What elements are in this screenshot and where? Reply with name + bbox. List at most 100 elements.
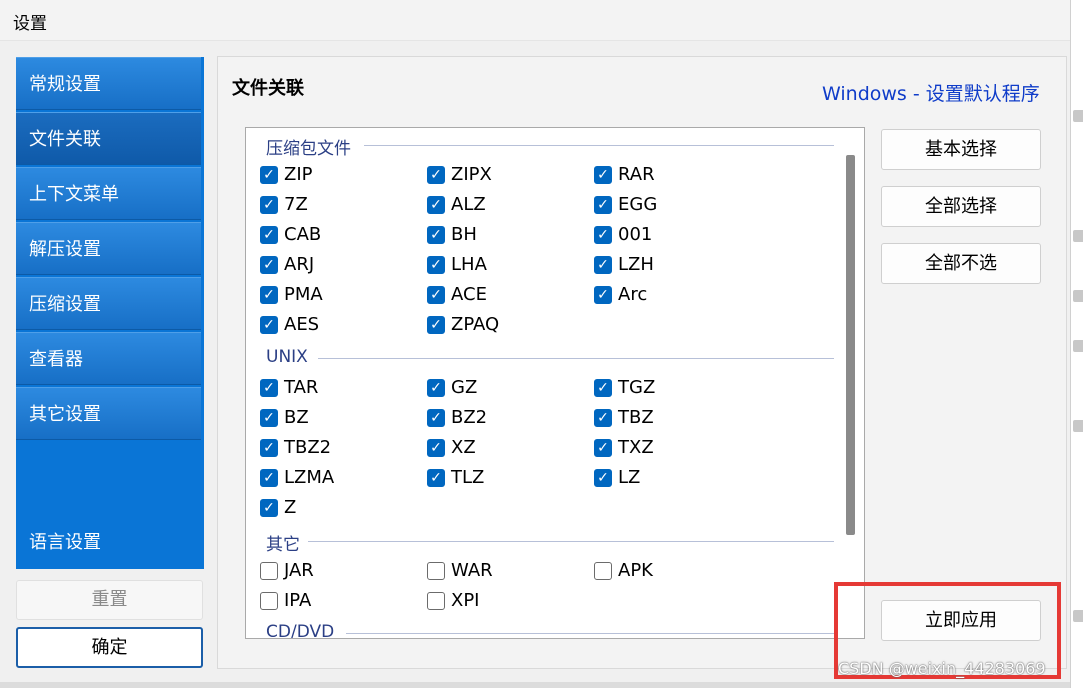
- title-bar: 设置: [0, 0, 1070, 41]
- check-icon: ✓: [427, 378, 445, 397]
- group-label-archive: 压缩包文件: [266, 139, 351, 159]
- checkbox-egg[interactable]: ✓ EGG: [594, 194, 657, 215]
- check-icon: ✓: [427, 468, 445, 487]
- background-window-edge: [1070, 0, 1083, 688]
- group-divider: [308, 541, 834, 542]
- check-icon: ✓: [260, 438, 278, 457]
- check-icon: ✓: [427, 408, 445, 427]
- check-icon: ✓: [594, 408, 612, 427]
- checkbox-pma[interactable]: ✓ PMA: [260, 284, 323, 305]
- check-icon: ✓: [427, 165, 445, 184]
- checkbox-lha[interactable]: ✓ LHA: [427, 254, 487, 275]
- check-icon: ✓: [260, 408, 278, 427]
- sidebar-item-extract[interactable]: 解压设置: [16, 222, 201, 275]
- check-icon: ✓: [427, 315, 445, 334]
- watermark: CSDN @weixin_44283069: [838, 659, 1046, 678]
- checkbox-xpi[interactable]: XPI: [427, 590, 480, 611]
- checkbox-tgz[interactable]: ✓ TGZ: [594, 377, 655, 398]
- check-icon: ✓: [260, 195, 278, 214]
- reset-button[interactable]: 重置: [16, 580, 203, 620]
- check-icon: ✓: [260, 498, 278, 517]
- sidebar-item-file-association[interactable]: 文件关联: [16, 112, 201, 165]
- group-label-other: 其它: [266, 535, 300, 555]
- window-title: 设置: [13, 14, 47, 34]
- check-icon: ✓: [594, 285, 612, 304]
- checkbox-lzh[interactable]: ✓ LZH: [594, 254, 654, 275]
- sidebar-item-general[interactable]: 常规设置: [16, 57, 201, 110]
- checkbox-rar[interactable]: ✓ RAR: [594, 164, 655, 185]
- group-divider: [346, 633, 834, 634]
- checkbox-gz[interactable]: ✓ GZ: [427, 377, 477, 398]
- checkbox-aes[interactable]: ✓ AES: [260, 314, 319, 335]
- checkbox-empty-icon: [427, 561, 445, 580]
- checkbox-7z[interactable]: ✓ 7Z: [260, 194, 308, 215]
- check-icon: ✓: [260, 315, 278, 334]
- checkbox-cab[interactable]: ✓ CAB: [260, 224, 321, 245]
- checkbox-empty-icon: [260, 591, 278, 610]
- checkbox-xz[interactable]: ✓ XZ: [427, 437, 476, 458]
- sidebar-item-context-menu[interactable]: 上下文菜单: [16, 167, 201, 220]
- check-icon: ✓: [427, 195, 445, 214]
- check-icon: ✓: [260, 165, 278, 184]
- checkbox-zpaq[interactable]: ✓ ZPAQ: [427, 314, 499, 335]
- ok-button[interactable]: 确定: [16, 627, 203, 668]
- checkbox-bh[interactable]: ✓ BH: [427, 224, 477, 245]
- checkbox-ace[interactable]: ✓ ACE: [427, 284, 487, 305]
- checkbox-txz[interactable]: ✓ TXZ: [594, 437, 654, 458]
- file-type-list[interactable]: 压缩包文件 ✓ ZIP ✓ ZIPX ✓ RAR ✓ 7Z ✓ ALZ ✓ EGG ✓ CAB…: [245, 127, 865, 639]
- checkbox-zipx[interactable]: ✓ ZIPX: [427, 164, 492, 185]
- checkbox-apk[interactable]: APK: [594, 560, 653, 581]
- sidebar-item-language[interactable]: 语言设置: [29, 528, 101, 554]
- windows-default-programs-link[interactable]: Windows - 设置默认程序: [822, 79, 1040, 106]
- group-divider: [318, 358, 834, 359]
- check-icon: ✓: [260, 378, 278, 397]
- checkbox-bz2[interactable]: ✓ BZ2: [427, 407, 487, 428]
- check-icon: ✓: [260, 255, 278, 274]
- check-icon: ✓: [427, 438, 445, 457]
- check-icon: ✓: [427, 255, 445, 274]
- checkbox-tlz[interactable]: ✓ TLZ: [427, 467, 484, 488]
- checkbox-001[interactable]: ✓ 001: [594, 224, 652, 245]
- check-icon: ✓: [427, 285, 445, 304]
- select-none-button[interactable]: 全部不选: [881, 243, 1041, 284]
- group-label-cd-dvd: CD/DVD: [266, 622, 335, 639]
- checkbox-zip[interactable]: ✓ ZIP: [260, 164, 313, 185]
- checkbox-alz[interactable]: ✓ ALZ: [427, 194, 486, 215]
- basic-select-button[interactable]: 基本选择: [881, 129, 1041, 170]
- check-icon: ✓: [260, 225, 278, 244]
- check-icon: ✓: [594, 195, 612, 214]
- checkbox-arj[interactable]: ✓ ARJ: [260, 254, 314, 275]
- checkbox-war[interactable]: WAR: [427, 560, 493, 581]
- check-icon: ✓: [260, 468, 278, 487]
- checkbox-tbz[interactable]: ✓ TBZ: [594, 407, 654, 428]
- check-icon: ✓: [594, 165, 612, 184]
- list-scrollbar[interactable]: [846, 155, 855, 535]
- checkbox-ipa[interactable]: IPA: [260, 590, 311, 611]
- checkbox-empty-icon: [260, 561, 278, 580]
- sidebar-item-viewer[interactable]: 查看器: [16, 332, 201, 385]
- checkbox-tbz2[interactable]: ✓ TBZ2: [260, 437, 331, 458]
- select-all-button[interactable]: 全部选择: [881, 186, 1041, 227]
- checkbox-empty-icon: [594, 561, 612, 580]
- checkbox-tar[interactable]: ✓ TAR: [260, 377, 318, 398]
- check-icon: ✓: [594, 378, 612, 397]
- sidebar-item-compress[interactable]: 压缩设置: [16, 277, 201, 330]
- checkbox-empty-icon: [427, 591, 445, 610]
- checkbox-z[interactable]: ✓ Z: [260, 497, 296, 518]
- group-label-unix: UNIX: [266, 347, 308, 367]
- checkbox-jar[interactable]: JAR: [260, 560, 314, 581]
- sidebar-item-other[interactable]: 其它设置: [16, 387, 201, 440]
- checkbox-lzma[interactable]: ✓ LZMA: [260, 467, 334, 488]
- checkbox-arc[interactable]: ✓ Arc: [594, 284, 647, 305]
- check-icon: ✓: [594, 438, 612, 457]
- section-title: 文件关联: [232, 78, 304, 99]
- sidebar: 常规设置 文件关联 上下文菜单 解压设置 压缩设置 查看器 其它设置 语言设置: [16, 57, 204, 569]
- group-divider: [364, 145, 834, 146]
- check-icon: ✓: [594, 255, 612, 274]
- check-icon: ✓: [594, 225, 612, 244]
- check-icon: ✓: [427, 225, 445, 244]
- checkbox-lz[interactable]: ✓ LZ: [594, 467, 640, 488]
- check-icon: ✓: [594, 468, 612, 487]
- check-icon: ✓: [260, 285, 278, 304]
- checkbox-bz[interactable]: ✓ BZ: [260, 407, 309, 428]
